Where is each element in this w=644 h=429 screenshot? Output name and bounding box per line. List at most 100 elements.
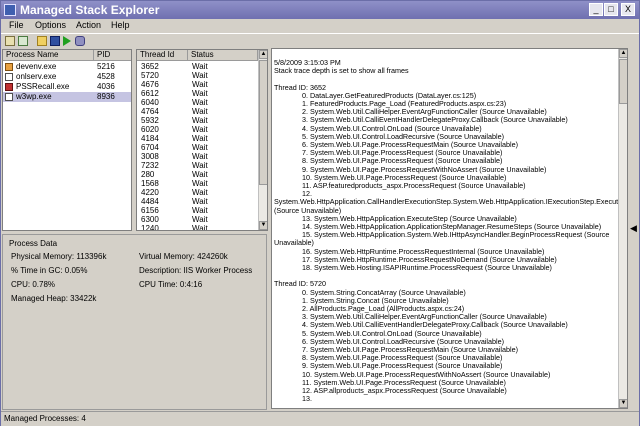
process-name: PSSRecall.exe [16,82,70,91]
save-icon[interactable] [50,36,60,46]
thread-list-scrollbar[interactable]: ▲ ▼ [258,50,267,230]
binoculars-icon[interactable] [75,36,85,46]
menu-options[interactable]: Options [35,20,66,30]
thread-row[interactable]: 6040 Wait [137,98,257,107]
thread-id: 6020 [141,125,159,134]
thread-id: 6156 [141,206,159,215]
cpu-label: CPU: 0.78% [11,280,56,289]
process-pid: 4036 [97,82,115,91]
process-data-legend: Process Data [9,239,58,248]
process-pid: 4528 [97,72,115,81]
thread-id: 6040 [141,98,159,107]
thread-status: Wait [192,152,208,161]
trace-line: 15. System.Web.HttpApplication.System.We… [302,230,610,240]
virtual-memory-label: Virtual Memory: 424260k [139,252,228,261]
stack-trace-output[interactable]: 5/8/2009 3:15:03 PM Stack trace depth is … [271,48,628,409]
title-bar[interactable]: Managed Stack Explorer _ □ X [1,1,639,19]
thread-row[interactable]: 3008 Wait [137,152,257,161]
thread-status: Wait [192,170,208,179]
thread-row[interactable]: 4184 Wait [137,134,257,143]
thread-row[interactable]: 6156 Wait [137,206,257,215]
status-text: Managed Processes: 4 [4,414,86,423]
thread-id: 7232 [141,161,159,170]
trace-line: 13. [302,394,312,404]
thread-row[interactable]: 5720 Wait [137,71,257,80]
process-icon [5,63,13,71]
thread-row[interactable]: 4764 Wait [137,107,257,116]
thread-status: Wait [192,179,208,188]
process-list: Process Name PID devenv.exe 5216 onlserv… [2,49,132,231]
thread-status: Wait [192,143,208,152]
process-name-header[interactable]: Process Name [3,50,94,61]
open-folder-icon[interactable] [37,36,47,46]
thread-status: Wait [192,89,208,98]
physical-memory-label: Physical Memory: 113396k [11,252,107,261]
trace-line: 12. ASP.allproducts_aspx.ProcessRequest … [302,386,507,395]
thread-row[interactable]: 6300 Wait [137,215,257,224]
cpu-time-label: CPU Time: 0:4:16 [139,280,203,289]
thread-row[interactable]: 6612 Wait [137,89,257,98]
minimize-button[interactable]: _ [589,3,603,16]
thread-id-header[interactable]: Thread Id [137,50,188,61]
scroll-thumb[interactable] [619,59,627,104]
scroll-up-button[interactable]: ▲ [259,50,267,59]
pid-header[interactable]: PID [94,50,131,61]
thread-id: 6704 [141,143,159,152]
status-header[interactable]: Status [188,50,258,61]
thread-row[interactable]: 7232 Wait [137,161,257,170]
thread-id: 1240 [141,224,159,231]
menu-file[interactable]: File [9,20,24,30]
trace-line: Stack trace depth is set to show all fra… [274,66,409,76]
thread-status: Wait [192,224,208,231]
process-row[interactable]: onlserv.exe 4528 [3,72,131,82]
scroll-down-button[interactable]: ▼ [619,399,627,408]
thread-row[interactable]: 6704 Wait [137,143,257,152]
thread-row[interactable]: 4676 Wait [137,80,257,89]
process-row[interactable]: devenv.exe 5216 [3,62,131,72]
thread-row[interactable]: 1568 Wait [137,179,257,188]
process-icon [5,93,13,101]
thread-id: 4676 [141,80,159,89]
chevron-left-icon[interactable]: ◀ [630,223,637,234]
thread-status: Wait [192,125,208,134]
thread-row[interactable]: 280 Wait [137,170,257,179]
status-bar: Managed Processes: 4 [1,411,639,426]
close-button[interactable]: X [621,3,635,16]
trace-scrollbar[interactable]: ▲ ▼ [618,49,627,408]
process-name: devenv.exe [16,62,57,71]
menu-action[interactable]: Action [76,20,101,30]
thread-status: Wait [192,161,208,170]
thread-status: Wait [192,188,208,197]
trace-line: 18. System.Web.Hosting.ISAPIRuntime.Proc… [302,263,552,272]
thread-id: 4484 [141,197,159,206]
description-label: Description: IIS Worker Process [139,266,253,275]
app-window: Managed Stack Explorer _ □ X File Option… [0,0,640,426]
thread-row[interactable]: 3652 Wait [137,62,257,71]
maximize-button[interactable]: □ [604,3,618,16]
scroll-thumb[interactable] [259,60,267,185]
process-row[interactable]: PSSRecall.exe 4036 [3,82,131,92]
thread-id: 280 [141,170,155,179]
refresh-icon[interactable] [5,36,15,46]
toolbar [1,33,639,49]
process-pid: 5216 [97,62,115,71]
thread-row[interactable]: 6020 Wait [137,125,257,134]
window-title: Managed Stack Explorer [20,3,160,17]
process-name: w3wp.exe [16,92,52,101]
menu-help[interactable]: Help [111,20,130,30]
process-icon [5,83,13,91]
scroll-up-button[interactable]: ▲ [619,49,627,58]
thread-id: 5932 [141,116,159,125]
thread-status: Wait [192,206,208,215]
thread-row[interactable]: 4484 Wait [137,197,257,206]
app-icon [4,4,16,16]
attach-icon[interactable] [18,36,28,46]
play-icon[interactable] [63,36,71,46]
scroll-down-button[interactable]: ▼ [259,221,267,230]
thread-id: 3652 [141,62,159,71]
thread-row[interactable]: 4220 Wait [137,188,257,197]
process-row-selected[interactable]: w3wp.exe 8936 [3,92,131,102]
thread-row[interactable]: 5932 Wait [137,116,257,125]
process-data-group: Process Data Physical Memory: 113396k Vi… [2,234,267,410]
thread-row[interactable]: 1240 Wait [137,224,257,231]
